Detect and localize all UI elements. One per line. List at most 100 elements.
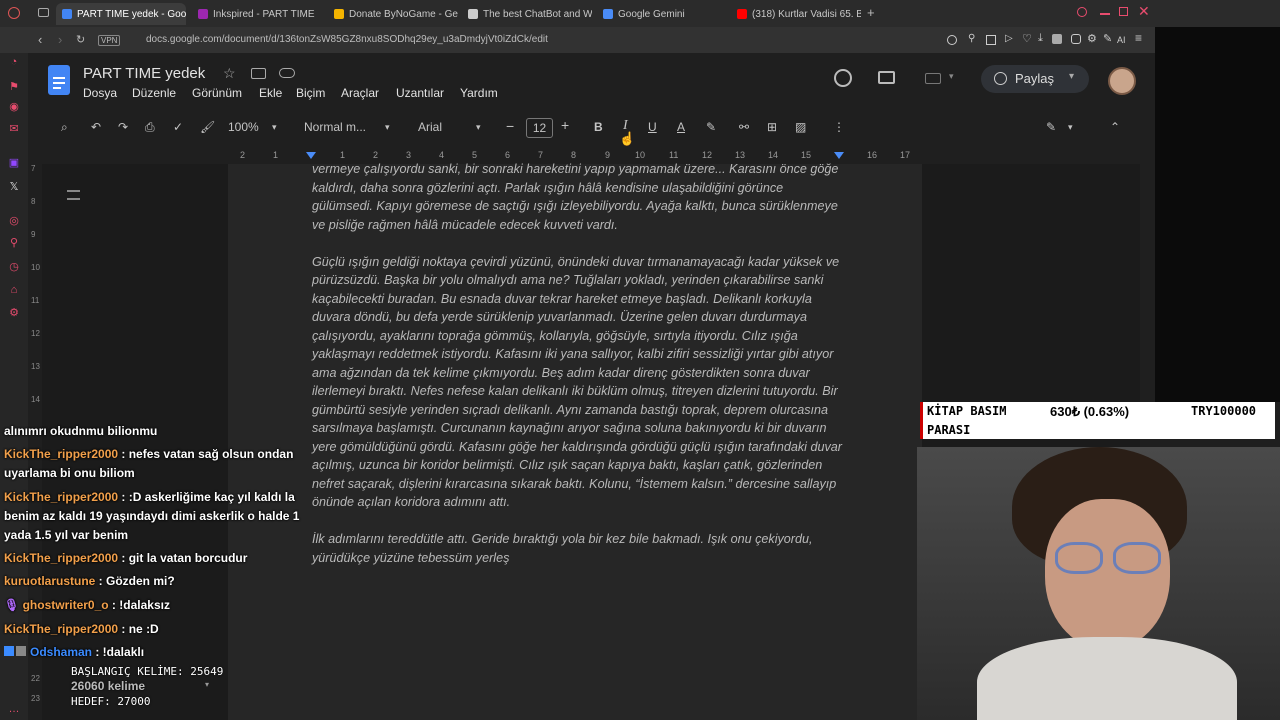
- browser-menu-icon[interactable]: [8, 7, 20, 19]
- heart-icon[interactable]: ♡: [1022, 32, 1032, 45]
- menu-bicim[interactable]: Biçim: [296, 86, 325, 100]
- tab-label: Inkspired - PART TIME: [213, 8, 315, 20]
- menu-gorunum[interactable]: Görünüm: [192, 86, 242, 100]
- url-field[interactable]: docs.google.com/document/d/136tonZsW85GZ…: [146, 34, 548, 45]
- share-button[interactable]: Paylaş ▾: [981, 65, 1089, 93]
- edit-icon[interactable]: ✎: [1103, 32, 1112, 45]
- start-word-count: BAŞLANGIÇ KELİME: 25649: [71, 665, 224, 678]
- indent-marker-icon[interactable]: [306, 152, 316, 159]
- chevron-up-icon[interactable]: ⌃: [1110, 120, 1120, 134]
- settings-icon[interactable]: ⚙: [1087, 32, 1097, 45]
- spellcheck-icon[interactable]: ✓: [173, 120, 183, 134]
- vpn-badge[interactable]: VPN: [98, 35, 121, 46]
- record-icon[interactable]: ◎: [8, 215, 20, 227]
- ai-button[interactable]: AI: [1117, 35, 1126, 45]
- font-size-input[interactable]: 12: [526, 118, 553, 138]
- maximize-icon[interactable]: [1119, 7, 1128, 16]
- avatar[interactable]: [1108, 67, 1136, 95]
- tab-part-time[interactable]: PART TIME yedek - Googl: [56, 3, 186, 25]
- search-icon[interactable]: [1077, 7, 1087, 17]
- tab-donate[interactable]: Donate ByNoGame - Gele: [328, 3, 458, 25]
- font-select[interactable]: Arial: [418, 120, 442, 134]
- docs-logo-icon[interactable]: [48, 65, 70, 95]
- messenger-icon[interactable]: ◉: [8, 101, 20, 113]
- minimize-icon[interactable]: [1100, 13, 1110, 15]
- more-icon[interactable]: ⋮: [833, 120, 845, 134]
- menu-yardim[interactable]: Yardım: [460, 86, 498, 100]
- back-icon[interactable]: ‹: [38, 32, 42, 47]
- x-icon[interactable]: 𝕏: [8, 181, 20, 193]
- chevron-down-icon[interactable]: ▾: [385, 122, 390, 133]
- paragraph[interactable]: vermeye çalışıyordu sanki, bir sonraki h…: [312, 160, 842, 234]
- doc-title[interactable]: PART TIME yedek: [83, 65, 205, 82]
- menu-araclar[interactable]: Araçlar: [341, 86, 379, 100]
- history-icon[interactable]: [834, 69, 852, 87]
- wallet-icon[interactable]: [1071, 34, 1081, 44]
- comment-icon[interactable]: [878, 71, 895, 84]
- insert-image-icon[interactable]: ▨: [795, 120, 806, 134]
- download-icon[interactable]: ⤓: [1038, 32, 1043, 45]
- highlight-icon[interactable]: ✎: [706, 120, 716, 134]
- right-indent-marker-icon[interactable]: [834, 152, 844, 159]
- tab-gemini[interactable]: Google Gemini: [597, 3, 727, 25]
- decrease-font-icon[interactable]: −: [506, 118, 514, 134]
- gear-icon[interactable]: ⚙: [8, 307, 20, 319]
- print-icon[interactable]: ⎙: [145, 120, 155, 135]
- underline-icon[interactable]: U: [648, 120, 657, 134]
- undo-icon[interactable]: ↶: [91, 120, 101, 134]
- link-icon[interactable]: ⚯: [739, 120, 749, 134]
- tab-overview-icon[interactable]: [38, 8, 49, 17]
- chevron-down-icon[interactable]: ▾: [1068, 122, 1073, 133]
- paragraph[interactable]: İlk adımlarını tereddütle attı. Geride b…: [312, 530, 842, 567]
- forward-icon[interactable]: ›: [58, 32, 62, 47]
- outline-icon[interactable]: [67, 190, 80, 200]
- document-body[interactable]: vermeye çalışıyordu sanki, bir sonraki h…: [312, 160, 842, 586]
- tab-youtube[interactable]: (318) Kurtlar Vadisi 65. Bö: [731, 3, 861, 25]
- new-tab-button[interactable]: +: [867, 5, 875, 20]
- clock-icon[interactable]: ◷: [8, 261, 20, 273]
- cloud-icon[interactable]: [279, 68, 295, 78]
- paragraph[interactable]: Güçlü ışığın geldiği noktaya çevirdi yüz…: [312, 253, 842, 512]
- menu-icon[interactable]: ≡: [1135, 31, 1142, 45]
- text-color-icon[interactable]: A: [677, 120, 685, 134]
- bold-icon[interactable]: B: [594, 120, 603, 134]
- chevron-down-icon[interactable]: ▾: [272, 122, 277, 133]
- style-select[interactable]: Normal m...: [304, 120, 366, 134]
- pin-icon[interactable]: ⚲: [8, 237, 20, 249]
- menu-dosya[interactable]: Dosya: [83, 86, 117, 100]
- reload-icon[interactable]: ↻: [76, 33, 85, 46]
- history-icon[interactable]: ◔: [8, 56, 20, 68]
- star-icon[interactable]: ☆: [223, 65, 236, 82]
- home-icon[interactable]: ⌂: [8, 284, 20, 296]
- ticker-value: 630₺ (0.63%): [1050, 404, 1130, 419]
- meet-icon[interactable]: [925, 73, 941, 84]
- gemini-favicon-icon: [603, 9, 613, 19]
- paint-format-icon[interactable]: 🖌: [200, 120, 215, 134]
- menu-uzantilar[interactable]: Uzantılar: [396, 86, 444, 100]
- twitch-icon[interactable]: ▣: [8, 157, 20, 169]
- increase-font-icon[interactable]: +: [561, 117, 569, 133]
- editing-mode-icon[interactable]: ✎: [1046, 120, 1056, 134]
- mail-icon[interactable]: ✉: [8, 123, 20, 135]
- bookmark-icon[interactable]: ⚑: [8, 81, 20, 93]
- chat-message: KickThe_ripper2000 : ne :D: [4, 620, 306, 639]
- more-icon[interactable]: …: [8, 703, 20, 715]
- extensions-icon[interactable]: [1052, 34, 1062, 44]
- pin-icon[interactable]: ⚲: [968, 33, 975, 44]
- menu-ekle[interactable]: Ekle: [259, 86, 282, 100]
- folder-icon[interactable]: [251, 68, 266, 79]
- zoom-icon[interactable]: [947, 35, 957, 45]
- tab-chatbot[interactable]: The best ChatBot and Wr: [462, 3, 592, 25]
- tab-inkspired[interactable]: Inkspired - PART TIME: [192, 3, 322, 25]
- redo-icon[interactable]: ↷: [118, 120, 128, 134]
- chevron-down-icon[interactable]: ▾: [949, 71, 954, 82]
- menu-duzenle[interactable]: Düzenle: [132, 86, 176, 100]
- ruler-number: 1: [273, 150, 279, 160]
- close-icon[interactable]: ✕: [1138, 3, 1150, 20]
- play-icon[interactable]: ▷: [1005, 33, 1013, 44]
- chevron-down-icon[interactable]: ▾: [476, 122, 481, 133]
- search-icon[interactable]: ⌕: [61, 120, 68, 135]
- zoom-select[interactable]: 100%: [228, 120, 259, 134]
- add-comment-icon[interactable]: ⊞: [767, 120, 777, 134]
- screenshot-icon[interactable]: [986, 35, 996, 45]
